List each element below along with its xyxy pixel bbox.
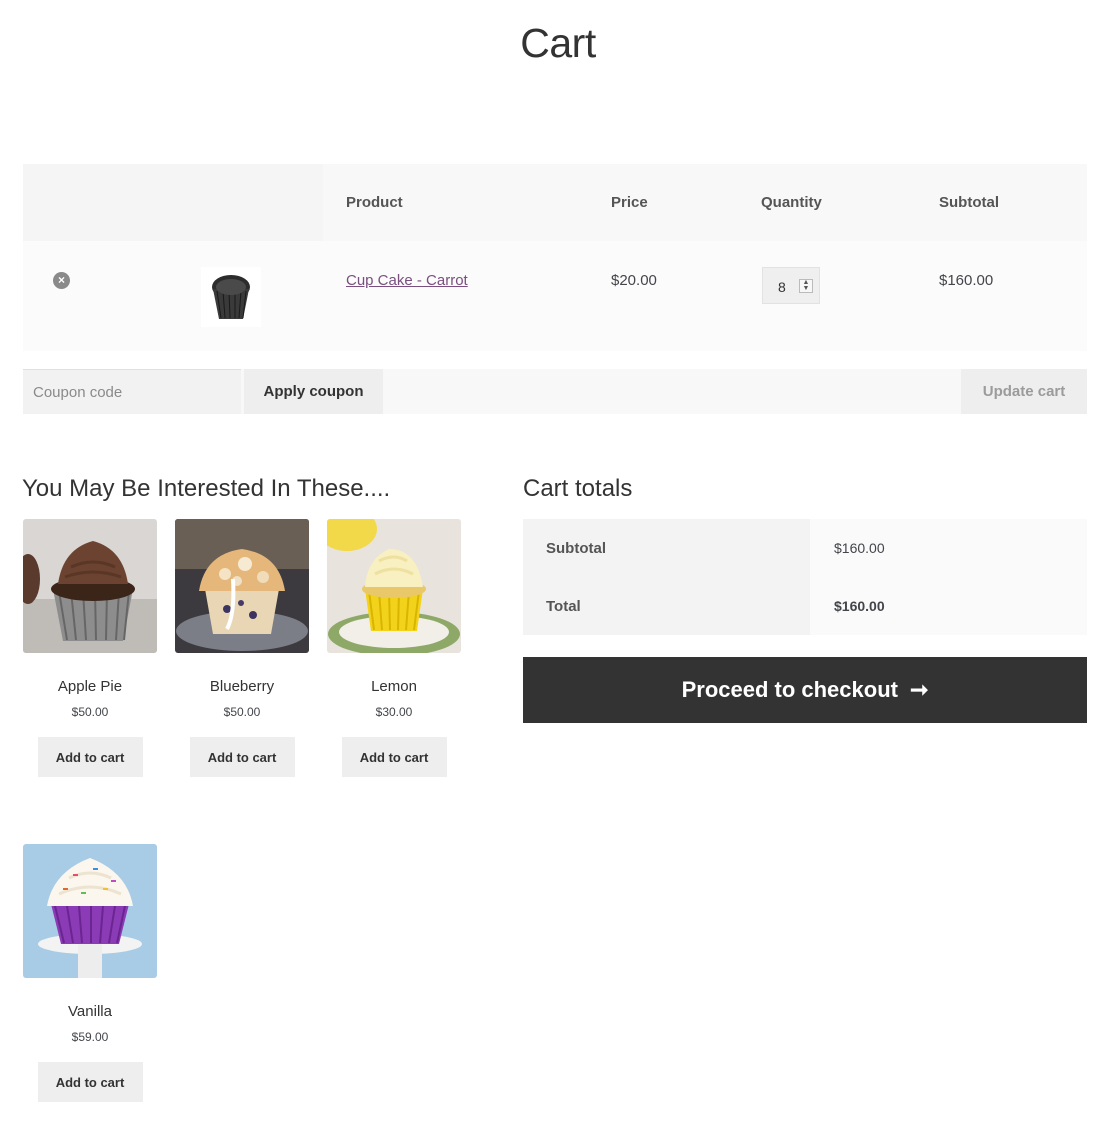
quantity-value: 8 [778,279,786,295]
add-to-cart-button[interactable]: Add to cart [37,737,143,777]
totals-total-row: Total $160.00 [523,577,1087,635]
totals-subtotal-row: Subtotal $160.00 [523,519,1087,577]
cart-totals-title: Cart totals [523,475,633,502]
header-price: Price [611,194,648,211]
cart-item-subtotal: $160.00 [939,272,994,289]
product-price: $59.00 [71,1030,109,1044]
cupcake-thumbnail-icon [212,275,250,319]
product-card: Lemon $30.00 Add to cart [327,519,461,777]
remove-x-circle-icon[interactable]: × [53,272,70,289]
cart-item-row [23,241,1087,351]
cart-item-product-link[interactable]: Cup Cake - Carrot [346,272,468,289]
update-cart-button[interactable]: Update cart [961,369,1087,414]
product-price: $50.00 [71,705,109,719]
cart-totals-table: Subtotal $160.00 Total $160.00 [523,519,1087,635]
product-price: $30.00 [375,705,413,719]
cart-item-price: $20.00 [611,272,657,289]
subtotal-value: $160.00 [810,519,1087,577]
product-card: Vanilla $59.00 Add to cart [23,844,157,1102]
product-name[interactable]: Lemon [327,678,461,695]
total-label: Total [523,577,810,635]
header-quantity: Quantity [761,194,822,211]
subtotal-label: Subtotal [523,519,810,577]
product-thumbnail[interactable] [201,267,261,327]
product-card: Blueberry $50.00 Add to cart [175,519,309,777]
cart-table-header: Product Price Quantity Subtotal [23,164,1087,241]
add-to-cart-button[interactable]: Add to cart [341,737,447,777]
product-price: $50.00 [223,705,261,719]
product-image-vanilla[interactable] [23,844,157,978]
cart-actions: Apply coupon Update cart [23,369,1087,414]
product-image-lemon[interactable] [327,519,461,653]
product-image-blueberry[interactable] [175,519,309,653]
product-name[interactable]: Vanilla [23,1003,157,1020]
proceed-to-checkout-button[interactable]: Proceed to checkout ➞ [523,657,1087,723]
total-value: $160.00 [810,577,1087,635]
spinner-arrows-icon[interactable]: ▲ ▼ [799,279,813,293]
arrow-right-icon: ➞ [909,677,929,702]
header-subtotal: Subtotal [939,194,999,211]
product-name[interactable]: Apple Pie [23,678,157,695]
product-image-apple-pie[interactable] [23,519,157,653]
add-to-cart-button[interactable]: Add to cart [189,737,295,777]
header-product: Product [346,194,403,211]
add-to-cart-button[interactable]: Add to cart [37,1062,143,1102]
product-card: Apple Pie $50.00 Add to cart [23,519,157,777]
checkout-label: Proceed to checkout [681,677,898,702]
product-name[interactable]: Blueberry [175,678,309,695]
cart-table: Product Price Quantity Subtotal × Cup Ca… [23,164,1087,351]
cross-sells-title: You May Be Interested In These.... [22,475,391,502]
coupon-code-input[interactable] [23,369,241,414]
quantity-stepper[interactable]: 8 ▲ ▼ [762,267,820,304]
apply-coupon-button[interactable]: Apply coupon [244,369,383,414]
page-title: Cart [520,20,596,66]
